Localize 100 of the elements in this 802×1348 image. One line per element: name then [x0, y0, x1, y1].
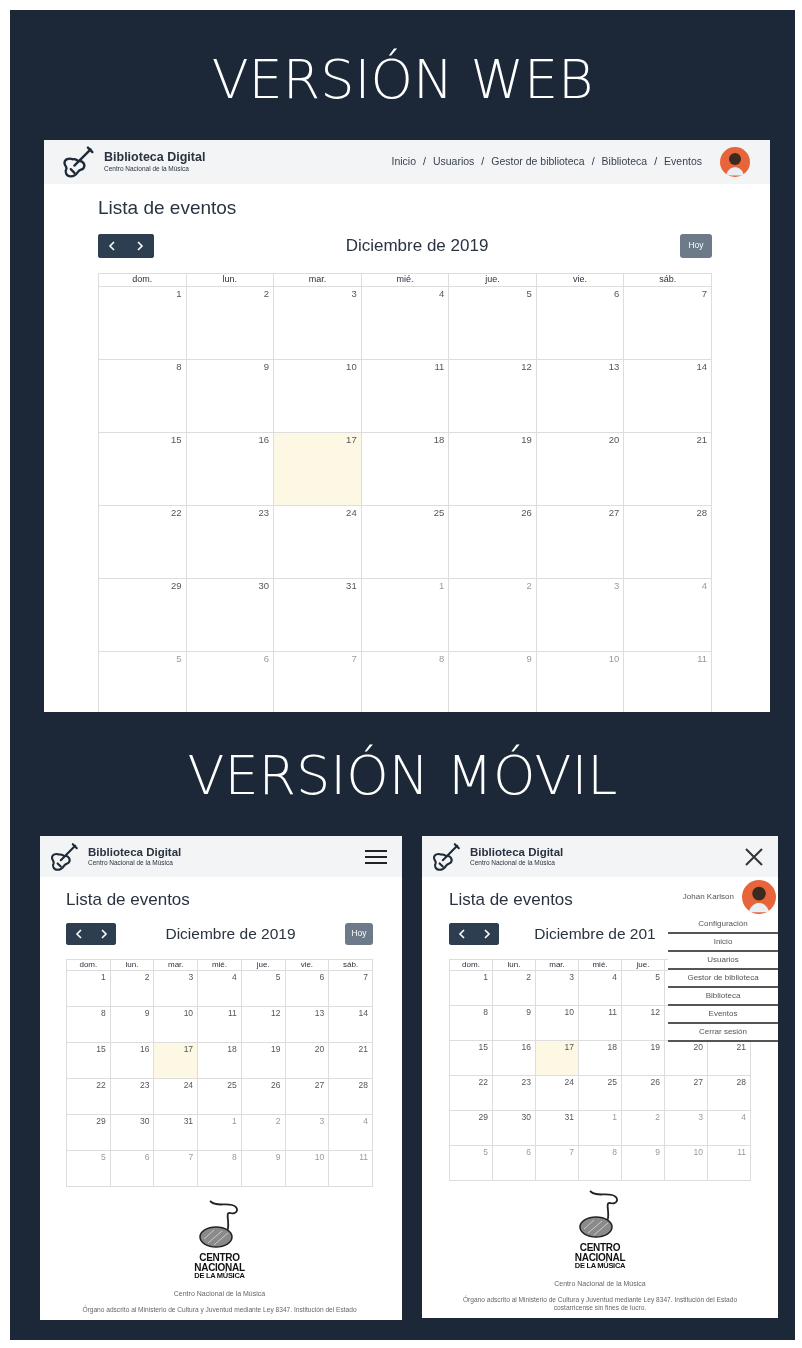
day-cell[interactable]: 5 — [448, 286, 537, 359]
menu-button[interactable] — [364, 848, 388, 865]
day-cell[interactable]: 13 — [536, 359, 624, 432]
day-cell[interactable]: 8 — [449, 1005, 493, 1041]
day-cell[interactable]: 27 — [664, 1075, 708, 1111]
breadcrumb-link[interactable]: Inicio — [391, 154, 416, 170]
day-cell[interactable]: 8 — [66, 1006, 111, 1043]
day-cell[interactable]: 24 — [273, 505, 362, 578]
day-cell[interactable]: 11 — [361, 359, 449, 432]
day-cell[interactable]: 7 — [623, 286, 712, 359]
day-cell[interactable]: 16 — [110, 1042, 154, 1079]
day-cell[interactable]: 10 — [153, 1006, 198, 1043]
day-cell[interactable]: 13 — [285, 1006, 329, 1043]
day-cell[interactable]: 17 — [153, 1042, 198, 1079]
breadcrumb-link[interactable]: Biblioteca — [601, 154, 648, 170]
day-cell[interactable]: 6 — [536, 286, 624, 359]
today-button[interactable]: Hoy — [680, 233, 712, 258]
day-cell[interactable]: 2 — [186, 286, 274, 359]
today-button[interactable]: Hoy — [345, 922, 373, 945]
day-cell[interactable]: 16 — [492, 1040, 536, 1076]
day-cell[interactable]: 1 — [449, 970, 493, 1006]
day-cell[interactable]: 30 — [186, 578, 274, 651]
day-cell[interactable]: 11 — [197, 1006, 242, 1043]
day-cell[interactable]: 1 — [98, 286, 187, 359]
day-cell[interactable]: 2 — [492, 970, 536, 1006]
day-cell[interactable]: 9 — [186, 359, 274, 432]
day-cell[interactable]: 4 — [578, 970, 622, 1006]
day-cell[interactable]: 30 — [492, 1110, 536, 1146]
day-cell[interactable]: 21 — [623, 432, 712, 505]
day-cell[interactable]: 15 — [66, 1042, 111, 1079]
day-cell[interactable]: 22 — [98, 505, 187, 578]
day-cell[interactable]: 20 — [536, 432, 624, 505]
day-cell[interactable]: 17 — [535, 1040, 579, 1076]
day-cell[interactable]: 18 — [197, 1042, 242, 1079]
day-cell[interactable]: 26 — [448, 505, 537, 578]
day-cell[interactable]: 30 — [110, 1114, 154, 1151]
day-cell[interactable]: 9 — [110, 1006, 154, 1043]
day-cell[interactable]: 5 — [621, 970, 665, 1006]
day-cell[interactable]: 11 — [578, 1005, 622, 1041]
day-cell[interactable]: 18 — [361, 432, 449, 505]
day-cell[interactable]: 4 — [197, 970, 242, 1007]
day-cell[interactable]: 31 — [153, 1114, 198, 1151]
day-cell[interactable]: 23 — [110, 1078, 154, 1115]
day-cell[interactable]: 9 — [492, 1005, 536, 1041]
day-cell[interactable]: 29 — [98, 578, 187, 651]
day-cell[interactable]: 24 — [153, 1078, 198, 1115]
day-cell[interactable]: 19 — [241, 1042, 285, 1079]
day-cell[interactable]: 27 — [285, 1078, 329, 1115]
day-cell[interactable]: 3 — [273, 286, 362, 359]
day-cell[interactable]: 2 — [110, 970, 154, 1007]
day-cell[interactable]: 15 — [98, 432, 187, 505]
day-cell[interactable]: 8 — [98, 359, 187, 432]
day-cell[interactable]: 4 — [361, 286, 449, 359]
close-button[interactable] — [744, 846, 764, 867]
day-cell[interactable]: 5 — [241, 970, 285, 1007]
day-cell[interactable]: 12 — [241, 1006, 285, 1043]
day-cell[interactable]: 31 — [273, 578, 362, 651]
day-cell[interactable]: 25 — [361, 505, 449, 578]
day-cell[interactable]: 12 — [448, 359, 537, 432]
day-cell[interactable]: 22 — [449, 1075, 493, 1111]
day-cell[interactable]: 19 — [621, 1040, 665, 1076]
brand-title[interactable]: Biblioteca Digital — [104, 151, 206, 165]
day-cell[interactable]: 15 — [449, 1040, 493, 1076]
day-cell[interactable]: 28 — [623, 505, 712, 578]
brand-title[interactable]: Biblioteca Digital — [88, 846, 182, 859]
day-cell[interactable]: 19 — [448, 432, 537, 505]
day-cell[interactable]: 23 — [186, 505, 274, 578]
day-cell[interactable]: 28 — [328, 1078, 373, 1115]
day-cell[interactable]: 1 — [66, 970, 111, 1007]
day-cell[interactable]: 20 — [285, 1042, 329, 1079]
day-cell[interactable]: 10 — [535, 1005, 579, 1041]
day-cell[interactable]: 3 — [535, 970, 579, 1006]
day-cell[interactable]: 22 — [66, 1078, 111, 1115]
day-cell[interactable]: 3 — [153, 970, 198, 1007]
day-cell[interactable]: 26 — [621, 1075, 665, 1111]
day-cell[interactable]: 27 — [536, 505, 624, 578]
month-title: Diciembre de 2019 — [165, 924, 296, 944]
day-cell[interactable]: 29 — [66, 1114, 111, 1151]
day-cell[interactable]: 25 — [197, 1078, 242, 1115]
day-cell[interactable]: 17 — [273, 432, 362, 505]
day-cell[interactable]: 31 — [535, 1110, 579, 1146]
day-cell[interactable]: 16 — [186, 432, 274, 505]
day-cell[interactable]: 29 — [449, 1110, 493, 1146]
day-cell[interactable]: 26 — [241, 1078, 285, 1115]
day-cell[interactable]: 24 — [535, 1075, 579, 1111]
day-cell[interactable]: 28 — [707, 1075, 751, 1111]
day-cell[interactable]: 10 — [273, 359, 362, 432]
brand-title[interactable]: Biblioteca Digital — [470, 846, 564, 859]
day-cell[interactable]: 6 — [285, 970, 329, 1007]
day-cell[interactable]: 25 — [578, 1075, 622, 1111]
day-cell[interactable]: 12 — [621, 1005, 665, 1041]
breadcrumb-link[interactable]: Eventos — [664, 154, 702, 170]
day-cell[interactable]: 14 — [328, 1006, 373, 1043]
day-cell[interactable]: 18 — [578, 1040, 622, 1076]
day-cell[interactable]: 21 — [328, 1042, 373, 1079]
day-cell[interactable]: 14 — [623, 359, 712, 432]
breadcrumb-link[interactable]: Usuarios — [432, 154, 475, 170]
breadcrumb-link[interactable]: Gestor de biblioteca — [491, 154, 585, 170]
day-cell[interactable]: 23 — [492, 1075, 536, 1111]
day-cell[interactable]: 7 — [328, 970, 373, 1007]
